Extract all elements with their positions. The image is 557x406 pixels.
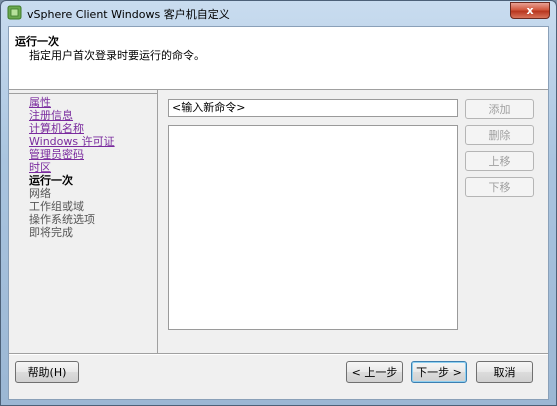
delete-button[interactable]: 删除 bbox=[465, 125, 534, 145]
nav-step-network: 网络 bbox=[29, 187, 51, 200]
wizard-header: 运行一次 指定用户首次登录时要运行的命令。 bbox=[9, 27, 548, 90]
new-command-input[interactable]: <输入新命令> bbox=[168, 99, 458, 117]
nav-step-ready-to-complete: 即将完成 bbox=[29, 226, 73, 239]
nav-step-workgroup-domain: 工作组或域 bbox=[29, 200, 84, 213]
move-up-button[interactable]: 上移 bbox=[465, 151, 534, 171]
window-title: vSphere Client Windows 客户机自定义 bbox=[27, 8, 230, 21]
footer-divider-highlight bbox=[9, 354, 548, 355]
nav-step-os-options: 操作系统选项 bbox=[29, 213, 95, 226]
move-down-button[interactable]: 下移 bbox=[465, 177, 534, 197]
nav-step-run-once: 运行一次 bbox=[29, 174, 73, 187]
nav-step-registration[interactable]: 注册信息 bbox=[29, 109, 73, 122]
wizard-window: vSphere Client Windows 客户机自定义 x 运行一次 指定用… bbox=[0, 0, 557, 406]
nav-step-time-zone[interactable]: 时区 bbox=[29, 161, 51, 174]
title-bar[interactable]: vSphere Client Windows 客户机自定义 x bbox=[1, 1, 556, 25]
page-subtitle: 指定用户首次登录时要运行的命令。 bbox=[29, 49, 205, 62]
nav-step-computer-name[interactable]: 计算机名称 bbox=[29, 122, 84, 135]
cancel-button[interactable]: 取消 bbox=[476, 361, 533, 383]
wizard-steps-nav: 属性 注册信息 计算机名称 Windows 许可证 管理员密码 时区 运行一次 … bbox=[9, 92, 157, 352]
nav-step-properties[interactable]: 属性 bbox=[29, 96, 51, 109]
wizard-body: 运行一次 指定用户首次登录时要运行的命令。 属性 注册信息 计算机名称 Wind… bbox=[8, 26, 549, 400]
back-button[interactable]: < 上一步 bbox=[346, 361, 403, 383]
add-button[interactable]: 添加 bbox=[465, 99, 534, 119]
vsphere-app-icon bbox=[7, 5, 22, 20]
nav-step-admin-password[interactable]: 管理员密码 bbox=[29, 148, 84, 161]
nav-separator bbox=[157, 89, 158, 353]
next-button[interactable]: 下一步 > bbox=[411, 361, 467, 383]
nav-step-windows-license[interactable]: Windows 许可证 bbox=[29, 135, 115, 148]
close-icon: x bbox=[526, 4, 534, 17]
close-button[interactable]: x bbox=[510, 2, 550, 19]
help-button[interactable]: 帮助(H) bbox=[15, 361, 79, 383]
command-list[interactable] bbox=[168, 125, 458, 330]
